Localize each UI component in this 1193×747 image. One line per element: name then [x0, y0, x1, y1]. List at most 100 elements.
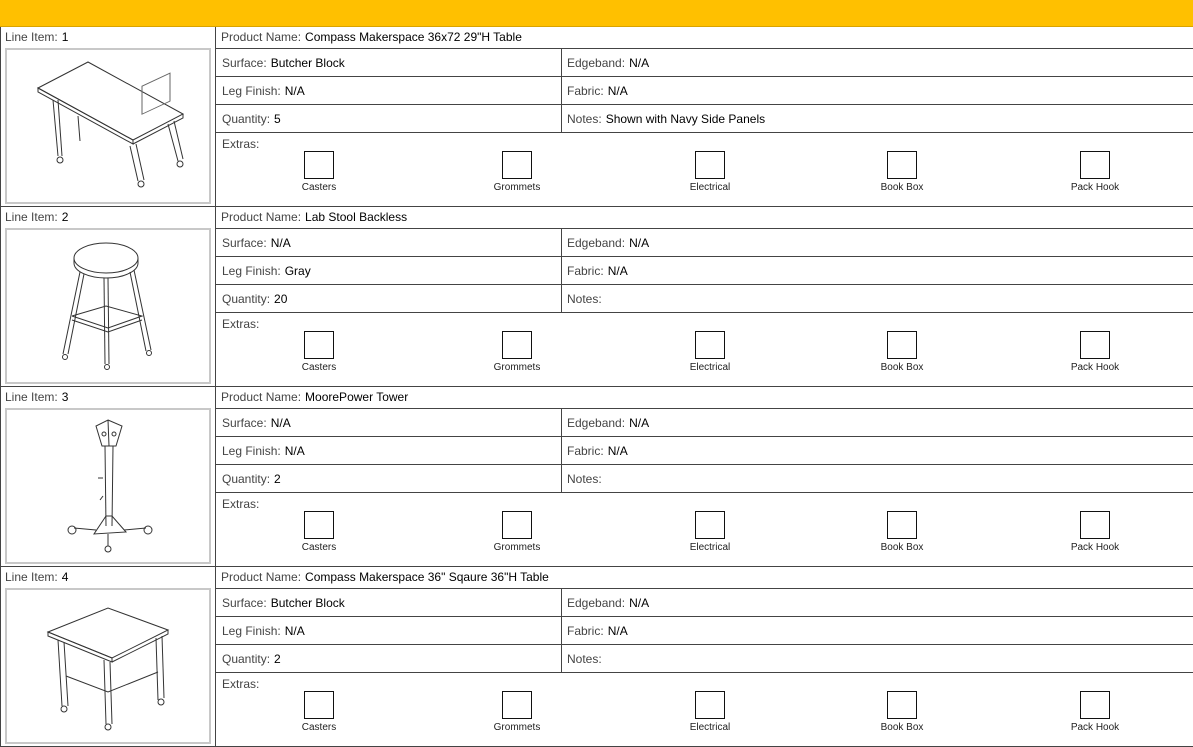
electrical-checkbox[interactable] — [695, 151, 725, 179]
pack-hook-label: Pack Hook — [1070, 362, 1120, 373]
notes-label: Notes: — [567, 112, 602, 126]
book-box-option[interactable]: Book Box — [842, 331, 962, 373]
book-box-option[interactable]: Book Box — [842, 691, 962, 733]
quantity-notes-row: Quantity: 2 Notes: — [216, 645, 1193, 673]
line-item: Line Item: 1 Product Name: Compass Maker… — [1, 27, 1193, 207]
fabric-label: Fabric: — [567, 624, 604, 638]
fabric-label: Fabric: — [567, 264, 604, 278]
pack-hook-checkbox[interactable] — [1080, 331, 1110, 359]
edgeband-label: Edgeband: — [567, 596, 626, 610]
surface-value: N/A — [270, 416, 291, 430]
line-item-image-cell: Line Item: 1 — [1, 27, 216, 206]
product-name-value: Compass Makerspace 36x72 29"H Table — [305, 30, 522, 44]
extras-label: Extras: — [222, 497, 260, 511]
line-item-details: Product Name: Lab Stool Backless Surface:… — [216, 207, 1193, 386]
product-image — [5, 228, 211, 384]
grommets-option[interactable]: Grommets — [457, 151, 577, 193]
casters-checkbox[interactable] — [304, 331, 334, 359]
pack-hook-option[interactable]: Pack Hook — [1035, 511, 1155, 553]
book-box-checkbox[interactable] — [887, 691, 917, 719]
leg-fabric-row: Leg Finish: N/A Fabric: N/A — [216, 437, 1193, 465]
line-item-number-label: Line Item: 3 — [5, 389, 211, 406]
pack-hook-option[interactable]: Pack Hook — [1035, 151, 1155, 193]
electrical-option[interactable]: Electrical — [650, 331, 770, 373]
pack-hook-label: Pack Hook — [1070, 182, 1120, 193]
fabric-label: Fabric: — [567, 84, 604, 98]
surface-value: N/A — [270, 236, 291, 250]
pack-hook-checkbox[interactable] — [1080, 151, 1110, 179]
electrical-checkbox[interactable] — [695, 691, 725, 719]
line-item-number: 4 — [61, 570, 69, 584]
electrical-checkbox[interactable] — [695, 511, 725, 539]
surface-value: Butcher Block — [270, 56, 345, 70]
grommets-label: Grommets — [493, 362, 541, 373]
surface-label: Surface: — [222, 596, 267, 610]
pack-hook-checkbox[interactable] — [1080, 691, 1110, 719]
notes-label: Notes: — [567, 472, 602, 486]
book-box-checkbox[interactable] — [887, 511, 917, 539]
line-item-image-cell: Line Item: 2 — [1, 207, 216, 386]
pack-hook-label: Pack Hook — [1070, 542, 1120, 553]
surface-edgeband-row: Surface: Butcher Block Edgeband: N/A — [216, 49, 1193, 77]
grommets-option[interactable]: Grommets — [457, 331, 577, 373]
casters-option[interactable]: Casters — [259, 331, 379, 373]
quantity-value: 2 — [274, 652, 281, 666]
product-name-row: Product Name: Compass Makerspace 36" Sqau… — [216, 567, 1193, 589]
edgeband-label: Edgeband: — [567, 416, 626, 430]
grommets-checkbox[interactable] — [502, 331, 532, 359]
electrical-label: Electrical — [689, 542, 731, 553]
leg-finish-label: Leg Finish: — [222, 444, 281, 458]
header-bar — [0, 0, 1193, 27]
electrical-option[interactable]: Electrical — [650, 691, 770, 733]
quantity-label: Quantity: — [222, 292, 271, 306]
casters-option[interactable]: Casters — [259, 511, 379, 553]
grommets-option[interactable]: Grommets — [457, 511, 577, 553]
casters-option[interactable]: Casters — [259, 691, 379, 733]
book-box-option[interactable]: Book Box — [842, 511, 962, 553]
surface-value: Butcher Block — [270, 596, 345, 610]
notes-value: Shown with Navy Side Panels — [605, 112, 766, 126]
grommets-label: Grommets — [493, 182, 541, 193]
stool-drawing-icon — [62, 242, 152, 370]
electrical-label: Electrical — [689, 722, 731, 733]
line-item-label: Line Item: — [5, 390, 58, 404]
grommets-checkbox[interactable] — [502, 511, 532, 539]
notes-label: Notes: — [567, 292, 602, 306]
line-item: Line Item: 4 Product Name: Compass Maker… — [1, 567, 1193, 747]
leg-finish-label: Leg Finish: — [222, 84, 281, 98]
pack-hook-option[interactable]: Pack Hook — [1035, 331, 1155, 373]
quantity-label: Quantity: — [222, 652, 271, 666]
grommets-option[interactable]: Grommets — [457, 691, 577, 733]
surface-label: Surface: — [222, 416, 267, 430]
casters-checkbox[interactable] — [304, 151, 334, 179]
electrical-option[interactable]: Electrical — [650, 151, 770, 193]
grommets-checkbox[interactable] — [502, 151, 532, 179]
casters-checkbox[interactable] — [304, 511, 334, 539]
line-item: Line Item: 3 Product Name: MoorePower To… — [1, 387, 1193, 567]
edgeband-label: Edgeband: — [567, 56, 626, 70]
book-box-option[interactable]: Book Box — [842, 151, 962, 193]
fabric-label: Fabric: — [567, 444, 604, 458]
quantity-value: 20 — [274, 292, 288, 306]
product-name-row: Product Name: Lab Stool Backless — [216, 207, 1193, 229]
book-box-checkbox[interactable] — [887, 151, 917, 179]
quantity-value: 5 — [274, 112, 281, 126]
edgeband-value: N/A — [629, 416, 650, 430]
product-name-label: Product Name: — [221, 30, 302, 44]
casters-option[interactable]: Casters — [259, 151, 379, 193]
book-box-checkbox[interactable] — [887, 331, 917, 359]
pack-hook-option[interactable]: Pack Hook — [1035, 691, 1155, 733]
casters-checkbox[interactable] — [304, 691, 334, 719]
book-box-label: Book Box — [880, 362, 924, 373]
extras-section: Extras: Casters Grommets Electrical Book… — [216, 313, 1193, 386]
book-box-label: Book Box — [880, 542, 924, 553]
edgeband-value: N/A — [629, 236, 650, 250]
pack-hook-checkbox[interactable] — [1080, 511, 1110, 539]
quantity-label: Quantity: — [222, 472, 271, 486]
electrical-checkbox[interactable] — [695, 331, 725, 359]
product-name-value: Lab Stool Backless — [305, 210, 408, 224]
electrical-option[interactable]: Electrical — [650, 511, 770, 553]
product-name-label: Product Name: — [221, 570, 302, 584]
leg-fabric-row: Leg Finish: N/A Fabric: N/A — [216, 77, 1193, 105]
grommets-checkbox[interactable] — [502, 691, 532, 719]
